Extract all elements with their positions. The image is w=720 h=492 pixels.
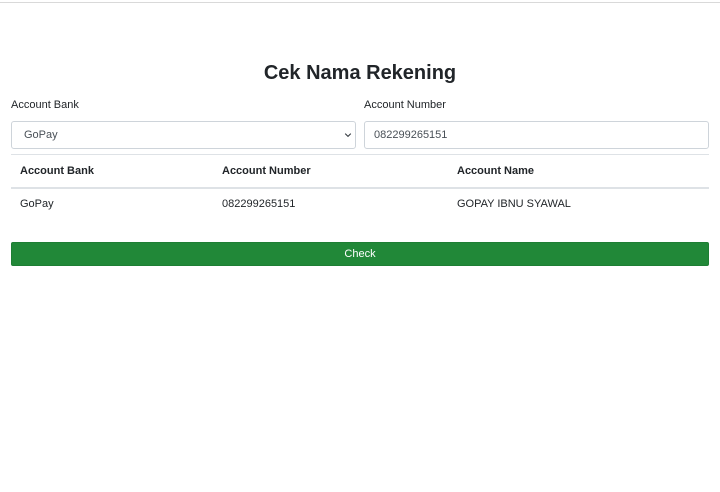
page-title: Cek Nama Rekening [263, 62, 457, 84]
check-button[interactable]: Check [11, 242, 709, 266]
header-account-number: Account Number [213, 154, 448, 189]
account-number-group: Account Number 082299265151 [364, 98, 709, 149]
account-number-label: Account Number [364, 99, 446, 111]
chevron-down-icon [344, 133, 352, 138]
cell-account-name: GOPAY IBNU SYAWAL [457, 198, 571, 210]
account-bank-select[interactable]: GoPay [11, 121, 356, 149]
top-border [0, 0, 720, 3]
header-account-bank: Account Bank [11, 154, 213, 189]
results-table: Account Bank Account Number Account Name… [11, 154, 709, 220]
form-row: Account Bank GoPay Account Number 082299… [11, 98, 709, 150]
account-bank-label: Account Bank [11, 99, 79, 111]
header-account-name: Account Name [448, 154, 709, 189]
account-number-input-value: 082299265151 [374, 129, 448, 141]
account-bank-group: Account Bank GoPay [11, 98, 356, 149]
cell-account-bank: GoPay [20, 198, 54, 210]
account-bank-selected-value: GoPay [24, 129, 58, 141]
table-row: GoPay 082299265151 GOPAY IBNU SYAWAL [11, 188, 709, 220]
table-header-row: Account Bank Account Number Account Name [11, 154, 709, 189]
account-number-input[interactable]: 082299265151 [364, 121, 709, 149]
cell-account-number: 082299265151 [222, 198, 296, 210]
